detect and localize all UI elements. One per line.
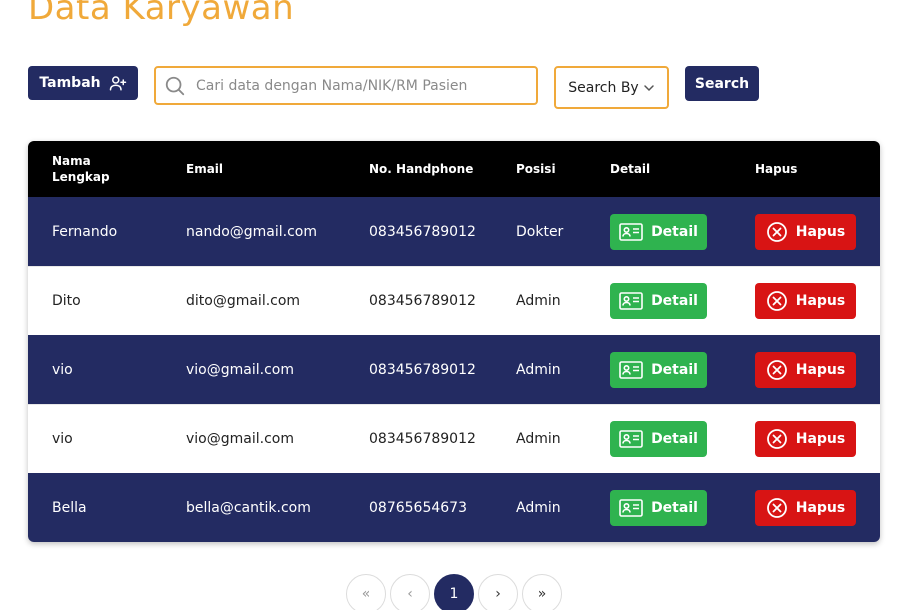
cell-phone: 083456789012 [369,293,476,309]
cell-name: Bella [52,499,87,516]
header-phone: No. Handphone [369,162,474,176]
cell-position: Admin [516,431,561,447]
delete-button-wrap: Hapus [755,421,856,457]
detail-button-label: Detail [651,293,698,309]
delete-button-label: Hapus [795,499,846,516]
delete-button-wrap: Hapus [755,283,856,319]
next-page-button[interactable]: › [478,574,518,610]
detail-button-wrap: Detail [610,489,707,526]
cell-phone: 083456789012 [369,223,476,240]
table-row: Bella bella@cantik.com 08765654673 Admin… [28,473,880,542]
delete-button-wrap: Hapus [755,489,856,526]
close-circle-icon [766,291,787,311]
detail-button-wrap: Detail [610,351,707,388]
first-page-button[interactable]: « [346,574,386,610]
detail-button[interactable]: Detail [610,421,707,457]
pagination: « ‹ 1 › » [346,574,562,610]
search-input[interactable] [196,77,536,94]
page: Data Karyawan Tambah Search By Search Na… [0,0,908,610]
search-field[interactable] [154,66,538,105]
delete-button[interactable]: Hapus [755,351,856,388]
id-card-icon [619,360,643,379]
detail-button-wrap: Detail [610,421,707,457]
id-card-icon [619,292,643,310]
detail-button[interactable]: Detail [610,489,707,526]
detail-button-label: Detail [651,499,698,516]
close-circle-icon [766,497,787,518]
table-row: Dito dito@gmail.com 083456789012 Admin D… [28,266,880,335]
cell-phone: 083456789012 [369,431,476,447]
cell-phone: 08765654673 [369,499,467,516]
header-position: Posisi [516,162,556,176]
header-name: Nama Lengkap [52,153,110,185]
prev-page-button[interactable]: ‹ [390,574,430,610]
current-page-button[interactable]: 1 [434,574,474,610]
cell-position: Admin [516,361,561,378]
cell-name: Dito [52,293,81,309]
id-card-icon [619,222,643,241]
delete-button[interactable]: Hapus [755,421,856,457]
cell-position: Dokter [516,223,564,240]
delete-button-label: Hapus [795,223,846,240]
cell-position: Admin [516,293,561,309]
header-email: Email [186,162,224,176]
table-row: vio vio@gmail.com 083456789012 Admin Det… [28,335,880,404]
cell-email: vio@gmail.com [186,431,294,447]
cell-email: nando@gmail.com [186,223,318,240]
delete-button-wrap: Hapus [755,213,856,250]
delete-button[interactable]: Hapus [755,489,856,526]
delete-button-label: Hapus [795,361,846,378]
close-circle-icon [766,429,787,449]
header-detail: Detail [610,162,651,176]
cell-email: dito@gmail.com [186,293,301,309]
search-button[interactable]: Search [685,66,759,101]
detail-button-label: Detail [651,431,698,447]
table-row: vio vio@gmail.com 083456789012 Admin Det… [28,404,880,473]
cell-email: bella@cantik.com [186,499,311,516]
table-header: Nama Lengkap Email No. Handphone Posisi … [28,141,880,197]
cell-position: Admin [516,499,561,516]
id-card-icon [619,498,643,517]
cell-name: vio [52,431,73,447]
detail-button-label: Detail [651,361,698,378]
header-name-line1: Nama [52,154,91,168]
add-button-label: Tambah [39,75,101,91]
delete-button[interactable]: Hapus [755,213,856,250]
detail-button-wrap: Detail [610,283,707,319]
delete-button-label: Hapus [795,293,846,309]
cell-phone: 083456789012 [369,361,476,378]
cell-email: vio@gmail.com [186,361,294,378]
close-circle-icon [766,359,787,380]
delete-button-wrap: Hapus [755,351,856,388]
delete-button-label: Hapus [795,431,846,447]
cell-name: vio [52,361,73,378]
detail-button[interactable]: Detail [610,351,707,388]
last-page-button[interactable]: » [522,574,562,610]
add-user-icon [109,76,126,91]
table-row: Fernando nando@gmail.com 083456789012 Do… [28,197,880,266]
chevron-down-icon [643,84,654,91]
header-name-line2: Lengkap [52,170,110,184]
detail-button[interactable]: Detail [610,213,707,250]
search-icon [165,76,185,95]
close-circle-icon [766,221,787,242]
delete-button[interactable]: Hapus [755,283,856,319]
detail-button[interactable]: Detail [610,283,707,319]
detail-button-wrap: Detail [610,213,707,250]
id-card-icon [619,430,643,448]
cell-name: Fernando [52,223,118,240]
search-by-label: Search By [568,79,639,96]
page-title: Data Karyawan [28,0,295,28]
search-by-dropdown[interactable]: Search By [554,66,669,109]
employee-table: Nama Lengkap Email No. Handphone Posisi … [28,141,880,542]
add-button[interactable]: Tambah [28,66,138,100]
detail-button-label: Detail [651,223,698,240]
header-delete: Hapus [755,162,798,176]
